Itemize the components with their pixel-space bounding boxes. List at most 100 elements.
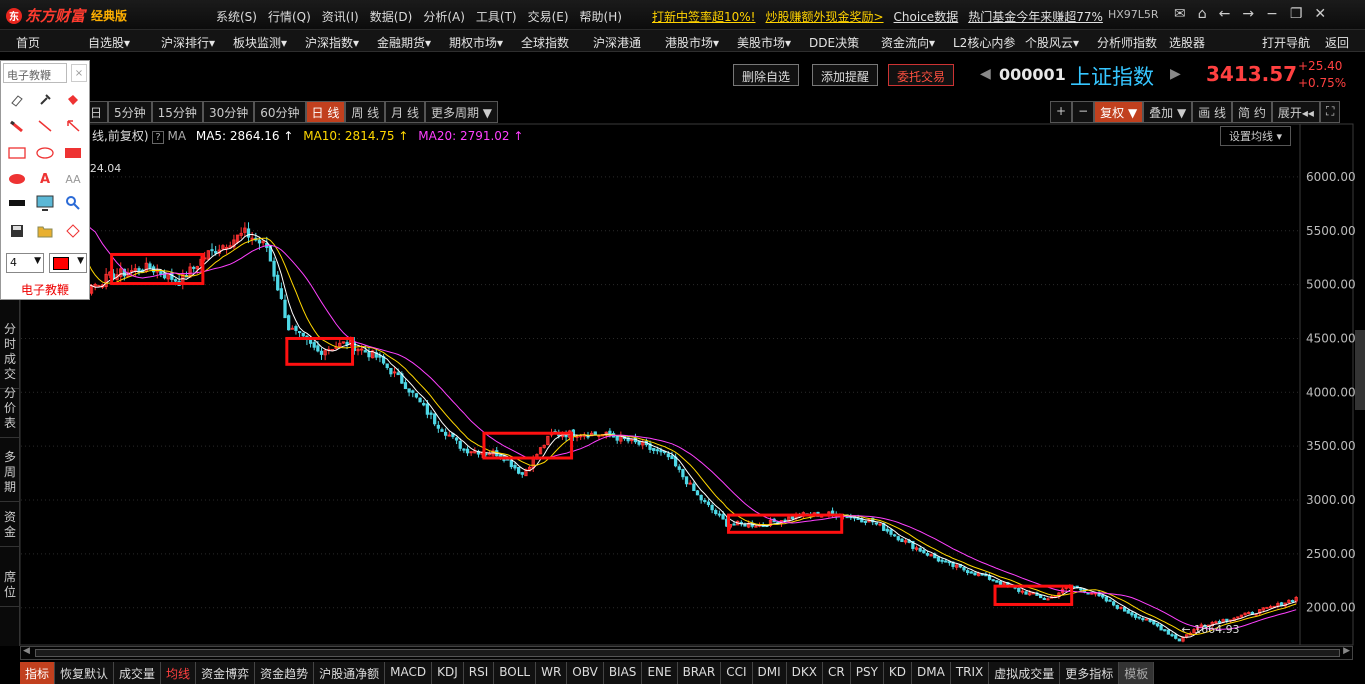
- indicator-tab[interactable]: 虚拟成交量: [989, 662, 1061, 684]
- indicator-tab[interactable]: WR: [536, 662, 568, 684]
- indicator-tab[interactable]: OBV: [567, 662, 604, 684]
- candle-body: [498, 454, 503, 457]
- line-width-select[interactable]: 4 ▼: [6, 253, 44, 273]
- indicator-tab[interactable]: TRIX: [950, 662, 990, 684]
- pencil-icon[interactable]: [7, 116, 27, 136]
- indicator-tab[interactable]: DKX: [786, 662, 823, 684]
- chart-scrollbar[interactable]: ◀ ▶: [20, 646, 1353, 660]
- indicator-tab[interactable]: BOLL: [494, 662, 537, 684]
- indicator-tab[interactable]: RSI: [463, 662, 495, 684]
- drawing-tool-panel: 电子教鞭 × A AA 4 ▼ ▼ 电子教鞭: [0, 60, 90, 300]
- candle-body: [1163, 629, 1167, 632]
- indicator-tab[interactable]: BRAR: [677, 662, 722, 684]
- indicator-tab[interactable]: 指标: [20, 662, 56, 684]
- candle-body: [433, 413, 437, 425]
- chart-tool-button[interactable]: −: [1072, 101, 1095, 123]
- side-tab-label: 多周期: [4, 450, 17, 494]
- y-tick-label: 4000.00: [1306, 385, 1356, 399]
- indicator-tab[interactable]: BIAS: [603, 662, 643, 684]
- indicator-tab[interactable]: KDJ: [432, 662, 464, 684]
- chart-tool-button[interactable]: 复权 ▼: [1094, 101, 1144, 123]
- indicator-tab[interactable]: 均线: [161, 662, 197, 684]
- side-tab[interactable]: 席位: [0, 564, 20, 607]
- ma5-value: MA5: 2864.16 ↑: [195, 129, 294, 143]
- zoom-icon[interactable]: [63, 193, 83, 213]
- low-price-label: ← 1664.93: [1181, 623, 1239, 636]
- chart-tool-button[interactable]: 展开◂◂: [1271, 101, 1320, 123]
- period-tab[interactable]: 30分钟: [202, 101, 255, 123]
- indicator-tab[interactable]: ENE: [642, 662, 678, 684]
- screen-capture-icon[interactable]: [35, 193, 55, 213]
- save-icon[interactable]: [7, 221, 27, 241]
- chart-tool-button[interactable]: 画 线: [1192, 101, 1233, 123]
- arrow-icon[interactable]: [63, 116, 83, 136]
- period-tab[interactable]: 周 线: [345, 101, 386, 123]
- scroll-left-icon[interactable]: ◀: [23, 646, 30, 656]
- line-icon[interactable]: [35, 116, 55, 136]
- set-ma-button[interactable]: 设置均线 ▾: [1220, 126, 1292, 146]
- period-tab[interactable]: 5分钟: [108, 101, 152, 123]
- candle-body: [469, 451, 473, 454]
- rectangle-icon[interactable]: [7, 143, 27, 163]
- dropper-icon[interactable]: [35, 90, 55, 110]
- period-tab[interactable]: 更多周期 ▼: [424, 101, 499, 123]
- chart-tool-button[interactable]: +: [1050, 101, 1073, 123]
- indicator-tab[interactable]: 更多指标: [1060, 662, 1120, 684]
- filled-ellipse-icon[interactable]: [7, 169, 27, 189]
- period-tab[interactable]: 月 线: [385, 101, 425, 123]
- candle-body: [414, 393, 419, 398]
- chart-tool-button[interactable]: ⛶: [1319, 101, 1341, 123]
- indicator-tab[interactable]: PSY: [850, 662, 884, 684]
- period-tab[interactable]: 15分钟: [151, 101, 203, 123]
- indicator-tab[interactable]: 恢复默认: [55, 662, 115, 684]
- indicator-tab[interactable]: CCI: [721, 662, 753, 684]
- open-folder-icon[interactable]: [35, 221, 55, 241]
- period-tab[interactable]: 日: [90, 101, 109, 123]
- diamond-icon[interactable]: [63, 221, 83, 241]
- chart-tool-button[interactable]: 简 约: [1232, 101, 1272, 123]
- eraser-icon[interactable]: [7, 90, 27, 110]
- candle-body: [411, 390, 415, 393]
- candle-body: [1137, 616, 1141, 619]
- indicator-tab[interactable]: MACD: [385, 662, 433, 684]
- text-icon[interactable]: A: [35, 169, 55, 189]
- indicator-tab[interactable]: 资金趋势: [255, 662, 315, 684]
- help-icon[interactable]: ?: [152, 131, 164, 144]
- indicator-tab[interactable]: CR: [823, 662, 851, 684]
- candle-body: [1046, 598, 1050, 601]
- line-width-value: 4: [10, 256, 17, 269]
- indicator-tab[interactable]: 模板: [1119, 662, 1155, 684]
- indicator-tab[interactable]: 资金博弈: [196, 662, 256, 684]
- paint-icon[interactable]: [63, 90, 83, 110]
- indicator-tab[interactable]: DMA: [912, 662, 951, 684]
- candle-body: [940, 559, 944, 562]
- color-select[interactable]: ▼: [49, 253, 87, 273]
- side-tab[interactable]: 分价表: [0, 380, 20, 438]
- period-tab[interactable]: 60分钟: [254, 101, 306, 123]
- line-thickness-icon[interactable]: [7, 193, 27, 213]
- filled-rect-icon[interactable]: [63, 143, 83, 163]
- candle-body: [425, 403, 430, 415]
- candle-body: [462, 448, 466, 451]
- scroll-thumb[interactable]: [35, 649, 1340, 657]
- vertical-scroll-thumb[interactable]: [1355, 330, 1365, 410]
- indicator-tab[interactable]: 成交量: [114, 662, 162, 684]
- ma10-line: [25, 163, 1297, 636]
- ellipse-icon[interactable]: [35, 143, 55, 163]
- indicator-tab[interactable]: KD: [883, 662, 913, 684]
- chart-frame: [19, 123, 1354, 646]
- indicator-tab[interactable]: 沪股通净额: [314, 662, 386, 684]
- indicator-tab[interactable]: DMI: [752, 662, 787, 684]
- side-tab[interactable]: 多周期: [0, 444, 20, 502]
- candle-body: [443, 431, 448, 436]
- scroll-right-icon[interactable]: ▶: [1343, 646, 1350, 656]
- side-tab[interactable]: 资金: [0, 504, 20, 547]
- candle-body: [520, 472, 524, 475]
- candle-body: [1225, 618, 1229, 622]
- chart-tool-button[interactable]: 叠加 ▼: [1143, 101, 1193, 123]
- side-tab-label: 资金: [4, 510, 17, 539]
- font-size-icon[interactable]: AA: [63, 169, 83, 189]
- side-tab[interactable]: 分时成交: [0, 316, 20, 389]
- tool-panel-close-icon[interactable]: ×: [71, 64, 87, 82]
- period-tab[interactable]: 日 线: [305, 101, 346, 123]
